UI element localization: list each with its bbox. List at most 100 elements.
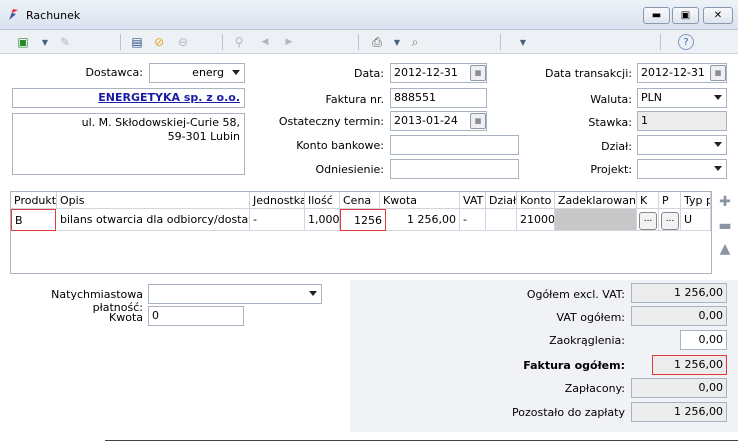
kwota-field[interactable]: 0 xyxy=(148,306,244,326)
address-line2: 59-301 Lubin xyxy=(167,130,240,143)
chevron-down-icon xyxy=(309,291,317,296)
cell-k[interactable]: ... xyxy=(637,209,659,231)
dostawca-select[interactable]: energ xyxy=(149,63,245,83)
toolbar-separator xyxy=(120,34,121,50)
pozostalo-label: Pozostało do zapłaty xyxy=(511,406,625,419)
ellipsis-button[interactable]: ... xyxy=(639,212,657,230)
waluta-value: PLN xyxy=(641,91,662,104)
column-header-opis[interactable]: Opis xyxy=(57,192,250,209)
maximize-icon: ▣ xyxy=(680,10,691,21)
close-icon: ✕ xyxy=(713,10,723,21)
print-preview-icon[interactable]: ⌕ xyxy=(406,33,424,51)
title-bar: Rachunek ▬ ▣ ✕ xyxy=(0,0,738,30)
waluta-label: Waluta: xyxy=(590,93,632,106)
print-dropdown-icon[interactable]: ▼ xyxy=(388,33,406,51)
odniesienie-field[interactable] xyxy=(390,159,519,179)
maximize-button[interactable]: ▣ xyxy=(672,7,699,24)
new-document-icon[interactable]: ▣ xyxy=(14,33,32,51)
cell-dzial[interactable] xyxy=(486,209,517,231)
minimize-button[interactable]: ▬ xyxy=(643,7,670,24)
dzial-label: Dział: xyxy=(601,140,632,153)
chevron-down-icon xyxy=(714,95,722,100)
cell-konto[interactable]: 21000 xyxy=(517,209,555,231)
pozostalo-field: 1 256,00 xyxy=(631,402,727,422)
new-dropdown-icon[interactable]: ▼ xyxy=(36,33,54,51)
chevron-down-icon xyxy=(714,166,722,171)
faktura-label: Faktura nr. xyxy=(325,93,384,106)
calendar-icon[interactable]: ▦ xyxy=(710,65,726,81)
toolbar-separator xyxy=(222,34,223,50)
help-icon[interactable]: ? xyxy=(678,34,694,50)
window-title: Rachunek xyxy=(26,9,81,22)
cell-kwota[interactable]: 1 256,00 xyxy=(386,209,460,231)
ogolem-excl-label: Ogółem excl. VAT: xyxy=(526,288,625,301)
cell-ilosc[interactable]: 1,000 xyxy=(305,209,340,231)
save-icon[interactable]: ▤ xyxy=(128,33,146,51)
natychmiastowa-select[interactable] xyxy=(148,284,322,304)
cell-opis[interactable]: bilans otwarcia dla odbiorcy/dostawcy xyxy=(57,209,250,231)
column-header-jednostka[interactable]: Jednostka xyxy=(250,192,305,209)
column-header-zadeklarowane[interactable]: Zadeklarowane xyxy=(555,192,637,209)
vat-ogolem-label: VAT ogółem: xyxy=(556,311,625,324)
binoculars-icon[interactable]: ⚲ xyxy=(230,33,248,51)
edit-icon[interactable]: ✎ xyxy=(56,33,74,51)
column-header-typ[interactable]: Typ p xyxy=(681,192,711,209)
column-header-dzial[interactable]: Dział xyxy=(486,192,517,209)
column-header-konto[interactable]: Konto xyxy=(517,192,555,209)
move-up-icon[interactable]: ▲ xyxy=(716,240,734,258)
stawka-label: Stawka: xyxy=(588,116,632,129)
next-icon[interactable]: ▶ xyxy=(280,33,298,51)
add-row-icon[interactable]: ✚ xyxy=(716,193,734,211)
cell-p[interactable]: ... xyxy=(659,209,681,231)
dostawca-value: energ xyxy=(192,66,224,79)
remove-icon[interactable]: ⊖ xyxy=(174,33,192,51)
more-dropdown-icon[interactable]: ▼ xyxy=(514,33,532,51)
cell-vat[interactable]: - xyxy=(460,209,486,231)
vat-ogolem-field: 0,00 xyxy=(631,306,727,326)
column-header-p[interactable]: P xyxy=(659,192,681,209)
calendar-icon[interactable]: ▦ xyxy=(470,65,486,81)
print-icon[interactable]: ⎙ xyxy=(368,33,386,51)
dostawca-label: Dostawca: xyxy=(85,66,143,79)
column-header-k[interactable]: K xyxy=(637,192,659,209)
toolbar-separator xyxy=(660,34,661,50)
toolbar-separator xyxy=(358,34,359,50)
termin-label: Ostateczny termin: xyxy=(278,115,384,128)
cancel-icon[interactable]: ⊘ xyxy=(150,33,168,51)
column-header-produkt[interactable]: Produkt xyxy=(11,192,57,209)
konto-field[interactable] xyxy=(390,135,519,155)
column-header-kwota[interactable]: Kwota xyxy=(380,192,460,209)
app-logo-icon xyxy=(7,8,19,20)
cell-zadeklarowane[interactable] xyxy=(555,209,637,231)
cell-produkt[interactable]: B xyxy=(11,209,56,231)
items-grid: Produkt Opis Jednostka Ilość Cena Kwota … xyxy=(10,191,712,274)
faktura-ogolem-field: 1 256,00 xyxy=(652,355,727,375)
column-header-vat[interactable]: VAT xyxy=(460,192,486,209)
dzial-select[interactable] xyxy=(637,135,727,155)
close-button[interactable]: ✕ xyxy=(703,7,733,24)
column-header-cena[interactable]: Cena xyxy=(340,192,380,209)
konto-label: Konto bankowe: xyxy=(296,139,384,152)
zaokraglenia-field[interactable]: 0,00 xyxy=(680,330,727,350)
toolbar-separator xyxy=(500,34,501,50)
ellipsis-button[interactable]: ... xyxy=(661,212,679,230)
toolbar: ▣ ▼ ✎ ▤ ⊘ ⊖ ⚲ ◀ ▶ ⎙ ▼ ⌕ ▼ ? xyxy=(0,30,738,54)
address-box: ul. M. Skłodowskiej-Curie 58, 59-301 Lub… xyxy=(12,113,245,175)
projekt-select[interactable] xyxy=(637,159,727,179)
cell-typ[interactable]: U xyxy=(681,209,711,231)
company-name-link[interactable]: ENERGETYKA sp. z o.o. xyxy=(12,88,245,108)
waluta-select[interactable]: PLN xyxy=(637,88,727,108)
remove-row-icon[interactable]: ▬ xyxy=(716,217,734,235)
chevron-down-icon xyxy=(714,142,722,147)
minimize-icon: ▬ xyxy=(651,10,662,21)
cell-cena[interactable]: 1256 xyxy=(340,209,386,231)
calendar-icon[interactable]: ▦ xyxy=(470,113,486,129)
previous-icon[interactable]: ◀ xyxy=(256,33,274,51)
zaplacony-field: 0,00 xyxy=(631,378,727,398)
cell-jednostka[interactable]: - xyxy=(250,209,305,231)
faktura-field[interactable]: 888551 xyxy=(390,88,487,108)
stawka-field: 1 xyxy=(637,111,727,131)
data-transakcji-label: Data transakcji: xyxy=(544,67,632,80)
column-header-ilosc[interactable]: Ilość xyxy=(305,192,340,209)
projekt-label: Projekt: xyxy=(590,163,632,176)
